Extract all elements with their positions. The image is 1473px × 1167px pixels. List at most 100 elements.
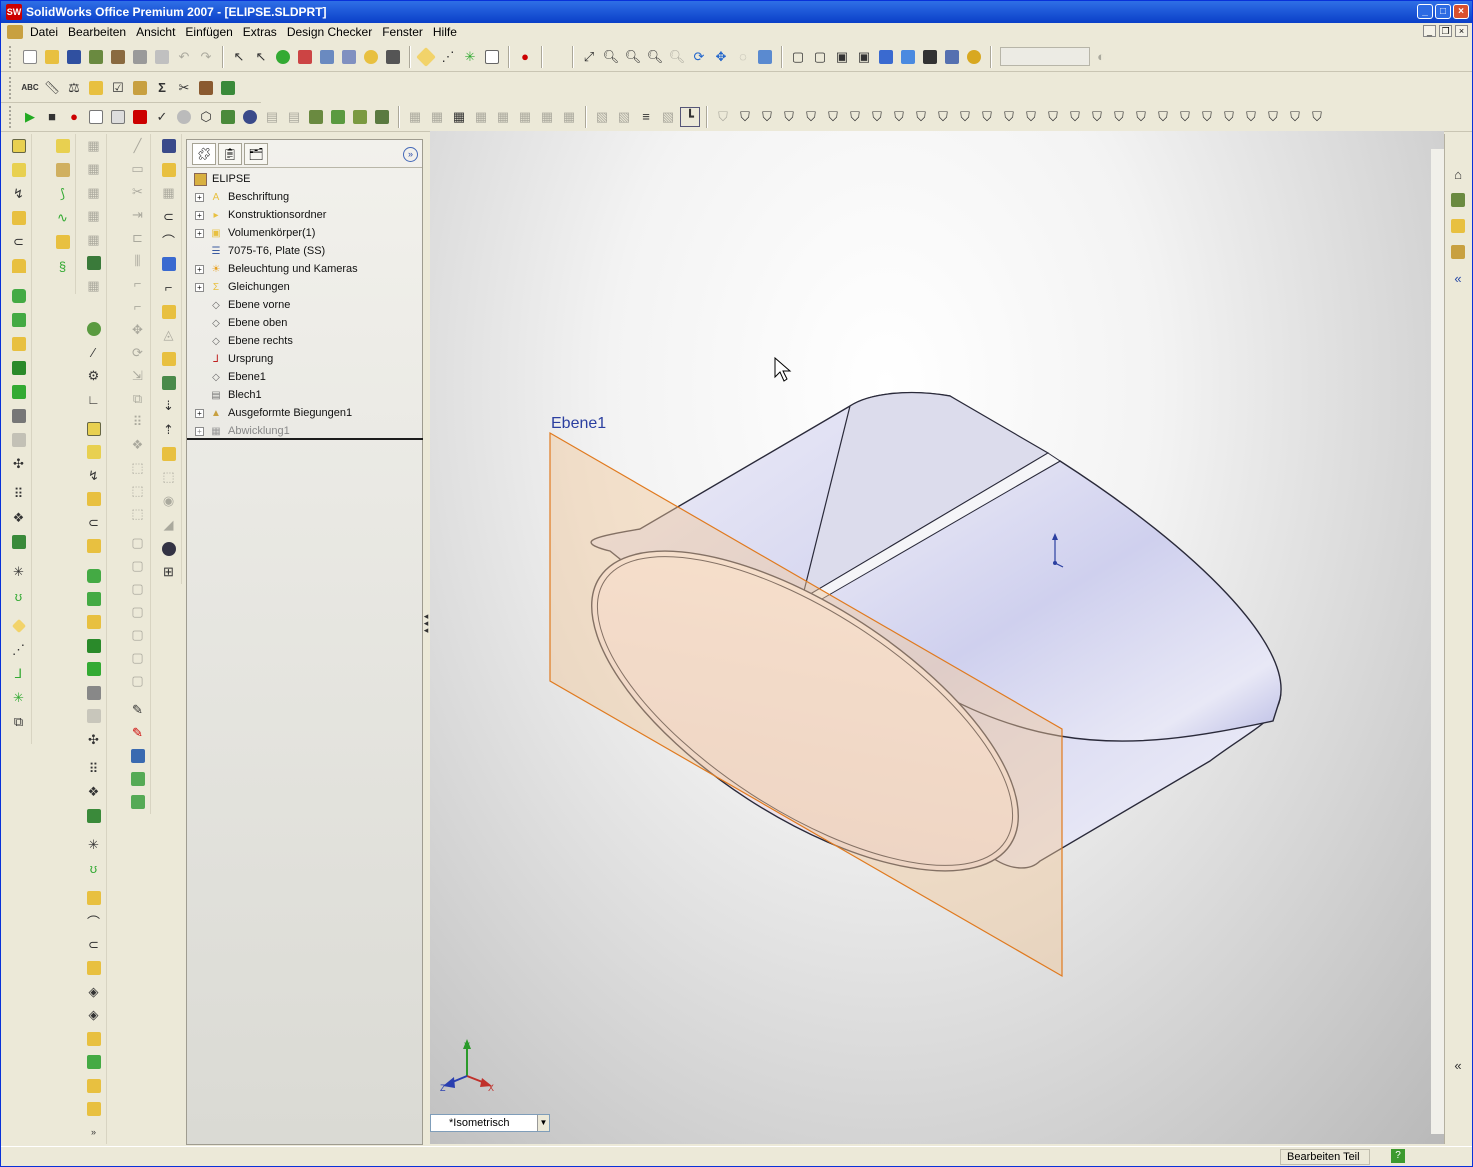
convert-sm-icon[interactable]: ▦ (159, 183, 179, 203)
sketched-bend-tool-icon[interactable]: ◈ (84, 982, 104, 1001)
print-preview-icon[interactable] (152, 47, 172, 67)
rebuild-icon[interactable] (273, 47, 293, 67)
tree-item-2[interactable]: + ▣ Volumenkörper(1) (187, 224, 422, 242)
section-view-icon[interactable] (942, 47, 962, 67)
rip-vt-icon[interactable] (159, 444, 179, 464)
menu-einfuegen[interactable]: Einfügen (180, 25, 237, 39)
filter-solid-icon[interactable]: ⛉ (1241, 107, 1261, 127)
add-relation-icon[interactable] (128, 747, 148, 766)
document-icon[interactable] (7, 25, 23, 39)
filter-dowel-icon[interactable]: ⛉ (1153, 107, 1173, 127)
panel-splitter[interactable]: ◂ ◂ ◂ (423, 612, 429, 645)
maximize-button[interactable]: □ (1435, 4, 1451, 19)
appearance-2-icon[interactable] (174, 107, 194, 127)
new-icon[interactable] (20, 47, 40, 67)
measure-icon[interactable]: 📏︎ (42, 78, 62, 98)
base-flange-tool-icon[interactable] (84, 888, 104, 907)
sketch-2-icon[interactable]: ⬡ (196, 107, 216, 127)
relations-icon[interactable]: ∟ (84, 390, 104, 409)
fillet-icon[interactable]: ⊂ (9, 232, 29, 252)
reference-geometry-2-icon[interactable]: ✳ (84, 835, 104, 854)
wrap-icon[interactable] (9, 430, 29, 450)
filter-annotations-icon[interactable]: ⛉ (933, 107, 953, 127)
more-tools-icon[interactable]: » (84, 1123, 104, 1142)
expand-icon[interactable]: + (195, 192, 204, 202)
extruded-cut-vt-icon[interactable] (159, 373, 179, 393)
filter-weld-icon[interactable]: ⛉ (1021, 107, 1041, 127)
3d-box-5-icon[interactable]: ▢ (128, 626, 148, 645)
tree-root[interactable]: ELIPSE (187, 170, 422, 188)
mass-properties-icon[interactable]: ⚖︎ (64, 78, 84, 98)
file-explorer-icon[interactable] (1448, 216, 1468, 236)
globe-icon[interactable] (240, 107, 260, 127)
filter-axes-icon[interactable]: ⛉ (823, 107, 843, 127)
tree-item-3[interactable]: ☰ 7075-T6, Plate (SS) (187, 242, 422, 260)
mate-reference-icon[interactable]: ⧉ (9, 712, 29, 732)
tab-propertymanager[interactable]: 📋︎ (218, 142, 242, 165)
mate-icon[interactable] (328, 107, 348, 127)
sketch-tools-icon[interactable]: ⚙︎ (84, 367, 104, 386)
insert-bends-vt-icon[interactable] (159, 349, 179, 369)
scale-2-icon[interactable] (84, 683, 104, 702)
extrude-2-icon[interactable]: ▤ (262, 107, 282, 127)
save-icon[interactable] (64, 47, 84, 67)
axis-icon[interactable]: ⋰ (438, 47, 458, 67)
tree-item-0[interactable]: + A Beschriftung (187, 188, 422, 206)
scale-sketch-icon[interactable]: ⇲ (128, 366, 148, 385)
scale-icon[interactable] (9, 406, 29, 426)
line-icon[interactable]: ╱ (128, 136, 148, 155)
view-orientation-icon[interactable] (755, 47, 775, 67)
spell-check-icon[interactable]: ABC (20, 78, 40, 98)
grid-icon[interactable]: ┗ (680, 106, 700, 127)
display-state-icon[interactable]: ◐ (1091, 47, 1111, 67)
filter-cosmetic-icon[interactable]: ⛉ (1065, 107, 1085, 127)
filter-notes-icon[interactable]: ⛉ (955, 107, 975, 127)
sketch-entities-icon[interactable]: ⁄ (84, 343, 104, 362)
import-diagnostics-icon[interactable]: ✂︎ (174, 78, 194, 98)
face-curves-icon[interactable]: ⬚ (128, 505, 148, 524)
mirror-2-icon[interactable] (84, 806, 104, 825)
hem-tool-icon[interactable]: ⊂ (84, 935, 104, 954)
revolve-2-icon[interactable] (84, 443, 104, 462)
menu-bearbeiten[interactable]: Bearbeiten (63, 25, 131, 39)
3d-box-7-icon[interactable]: ▢ (128, 672, 148, 691)
filter-centermarks-icon[interactable]: ⛉ (1131, 107, 1151, 127)
curve-through-points-icon[interactable]: ∿ (53, 208, 73, 228)
shell-icon[interactable] (9, 286, 29, 306)
point-tool-icon[interactable]: ✳ (9, 688, 29, 708)
expand-icon[interactable]: + (195, 210, 204, 220)
linear-pattern-icon[interactable]: ⠿ (9, 484, 29, 504)
minimize-button[interactable]: _ (1417, 4, 1433, 19)
loft-icon[interactable] (9, 208, 29, 228)
extend-icon[interactable]: ⇥ (128, 205, 148, 224)
zoom-in-out-icon[interactable]: 🔍︎ (623, 47, 643, 67)
tree-item-4[interactable]: + ☀ Beleuchtung und Kameras (187, 260, 422, 278)
move-face-icon[interactable]: ✣ (9, 454, 29, 474)
close-button[interactable]: × (1453, 4, 1469, 19)
weldment-table-icon[interactable]: ▦ (84, 277, 104, 296)
tree-item-5[interactable]: + Σ Gleichungen (187, 278, 422, 296)
split-line-icon[interactable] (53, 136, 73, 156)
edit-macro-icon[interactable] (108, 107, 128, 127)
menu-extras[interactable]: Extras (238, 25, 282, 39)
edge-flange-icon[interactable]: ▦ (449, 107, 469, 127)
library-icon[interactable] (306, 107, 326, 127)
filter-tables-icon[interactable]: ⛉ (1087, 107, 1107, 127)
flatten-vt-icon[interactable] (159, 254, 179, 274)
open-icon[interactable] (42, 47, 62, 67)
tree-item-10[interactable]: ◇ Ebene1 (187, 368, 422, 386)
display-relations-icon[interactable] (128, 770, 148, 789)
fold-vt-icon[interactable] (159, 302, 179, 322)
tree-item-9[interactable]: ⅃ Ursprung (187, 350, 422, 368)
helix-icon[interactable] (53, 232, 73, 252)
trim-icon[interactable]: ✂︎ (128, 182, 148, 201)
jog-tool-icon[interactable] (84, 959, 104, 978)
zoom-area-icon[interactable]: 🔍︎ (601, 47, 621, 67)
edge-flange-vt-icon[interactable]: ⌒ (159, 231, 179, 251)
fillet-2-icon[interactable]: ⊂ (84, 513, 104, 532)
zoom-fit-icon[interactable]: ⤢ (579, 47, 599, 67)
3d-box-6-icon[interactable]: ▢ (128, 649, 148, 668)
3d-box-3-icon[interactable]: ▢ (128, 580, 148, 599)
hole-icon[interactable] (9, 358, 29, 378)
menu-hilfe[interactable]: Hilfe (428, 25, 462, 39)
